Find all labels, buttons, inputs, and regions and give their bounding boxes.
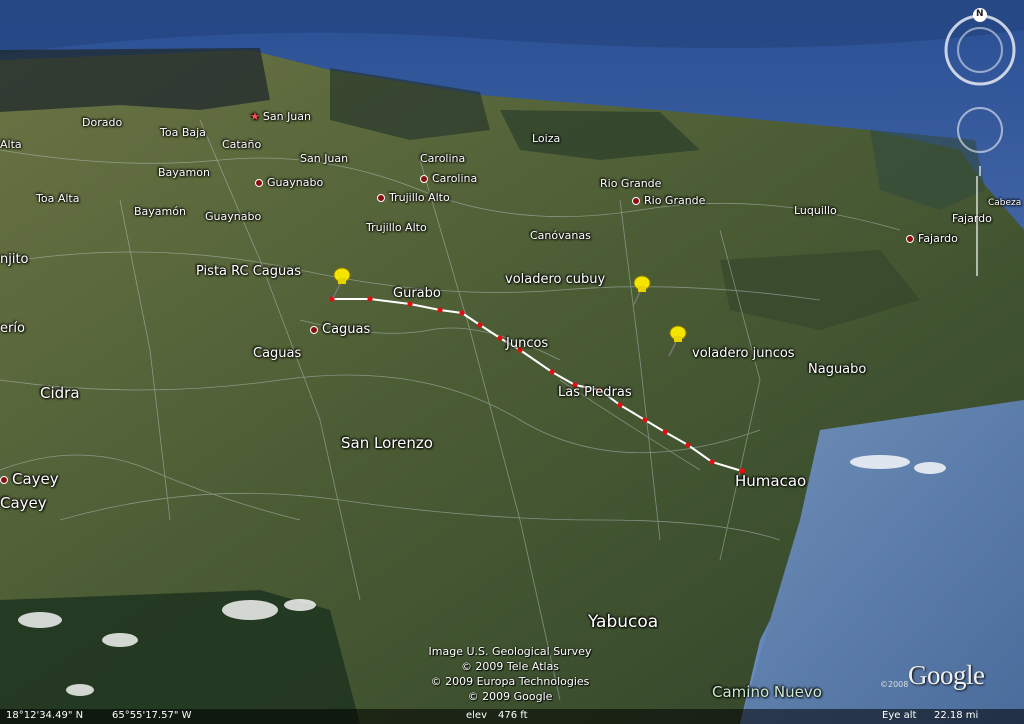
pushpin-icon[interactable]: [664, 324, 690, 358]
earth-viewport[interactable]: ★ San Juan Dorado Toa Baja Alta Cataño Sa…: [0, 0, 1024, 724]
town-dot-icon: [420, 175, 428, 183]
label-caguas-1[interactable]: Caguas: [310, 322, 370, 337]
town-dot-icon: [377, 194, 385, 202]
label-fajardo-2[interactable]: Fajardo: [906, 232, 958, 245]
status-bar: 18°12'34.49" N 65°55'17.57" W elev 476 f…: [0, 709, 1024, 724]
label-rio-grande-2[interactable]: Rio Grande: [632, 194, 705, 207]
label-camino-nuevo[interactable]: Camino Nuevo: [712, 683, 822, 701]
label-cayey-2[interactable]: Cayey: [0, 494, 47, 512]
label-voladero-cubuy[interactable]: voladero cubuy: [505, 272, 605, 287]
label-loiza[interactable]: Loiza: [532, 132, 560, 145]
label-catano[interactable]: Cataño: [222, 138, 261, 151]
label-juncos[interactable]: Juncos: [506, 336, 548, 351]
pushpin-icon[interactable]: [328, 266, 354, 300]
label-dorado[interactable]: Dorado: [82, 116, 122, 129]
label-bayamon-2[interactable]: Bayamón: [134, 205, 186, 218]
navigation-controls[interactable]: N: [940, 6, 1020, 176]
terrain-imagery[interactable]: [0, 0, 1024, 724]
label-bayamon-1[interactable]: Bayamon: [158, 166, 210, 179]
label-yabucoa[interactable]: Yabucoa: [588, 612, 658, 632]
credit-line: © 2009 Google: [467, 690, 553, 703]
logo-copyright: ©2008: [880, 680, 909, 689]
label-trujillo-alto-2[interactable]: Trujillo Alto: [366, 221, 427, 234]
tilt-ring-icon: [957, 107, 1003, 153]
label-rio-grande-1[interactable]: Rio Grande: [600, 177, 661, 190]
label-trujillo-alto-1[interactable]: Trujillo Alto: [377, 191, 450, 204]
town-dot-icon: [906, 235, 914, 243]
credit-line: © 2009 Tele Atlas: [460, 660, 560, 673]
imagery-credits: Image U.S. Geological Survey © 2009 Tele…: [410, 644, 610, 704]
eye-altitude-label: Eye alt: [882, 710, 917, 721]
label-toa-baja[interactable]: Toa Baja: [160, 126, 206, 139]
label-naguabo[interactable]: Naguabo: [808, 362, 866, 377]
label-alta[interactable]: Alta: [0, 138, 22, 151]
town-dot-icon: [0, 475, 8, 484]
label-canovanas[interactable]: Canóvanas: [530, 229, 591, 242]
label-carolina-1[interactable]: Carolina: [420, 152, 465, 165]
credit-line: Image U.S. Geological Survey: [428, 645, 592, 658]
label-toa-alta[interactable]: Toa Alta: [36, 192, 79, 205]
label-san-juan-capital[interactable]: ★ San Juan: [250, 110, 311, 123]
label-san-lorenzo[interactable]: San Lorenzo: [341, 434, 433, 452]
label-voladero-juncos[interactable]: voladero juncos: [692, 346, 795, 361]
label-cayey-1[interactable]: Cayey: [0, 470, 59, 488]
label-luquillo[interactable]: Luquillo: [794, 204, 837, 217]
pushpin-icon[interactable]: [628, 274, 654, 308]
eye-altitude-value: 22.18 mi: [934, 710, 979, 721]
label-san-juan[interactable]: San Juan: [300, 152, 348, 165]
town-dot-icon: [632, 197, 640, 205]
compass-north-letter: N: [976, 9, 984, 19]
elevation-value: 476 ft: [498, 710, 528, 721]
label-cidra[interactable]: Cidra: [40, 384, 80, 402]
label-humacao[interactable]: Humacao: [735, 472, 806, 490]
label-erio[interactable]: erío: [0, 321, 25, 336]
label-njito[interactable]: njito: [0, 252, 29, 267]
google-logo: Google: [908, 660, 985, 690]
label-gurabo[interactable]: Gurabo: [393, 286, 441, 301]
longitude-readout: 65°55'17.57" W: [112, 710, 192, 721]
credit-line: © 2009 Europa Technologies: [430, 675, 590, 688]
label-carolina-2[interactable]: Carolina: [420, 172, 477, 185]
town-dot-icon: [310, 325, 318, 334]
compass-icon[interactable]: [940, 6, 1020, 176]
label-las-piedras[interactable]: Las Piedras: [558, 385, 632, 400]
label-guaynabo-2[interactable]: Guaynabo: [205, 210, 261, 223]
capital-star-icon: ★: [250, 110, 260, 123]
latitude-readout: 18°12'34.49" N: [6, 710, 84, 721]
elevation-label: elev: [466, 710, 488, 721]
label-caguas-2[interactable]: Caguas: [253, 346, 301, 361]
town-dot-icon: [255, 179, 263, 187]
label-pista-rc-caguas[interactable]: Pista RC Caguas: [196, 264, 301, 279]
label-guaynabo-1[interactable]: Guaynabo: [255, 176, 323, 189]
label-cabeza[interactable]: Cabeza: [988, 198, 1021, 208]
zoom-slider-icon[interactable]: [976, 176, 986, 276]
